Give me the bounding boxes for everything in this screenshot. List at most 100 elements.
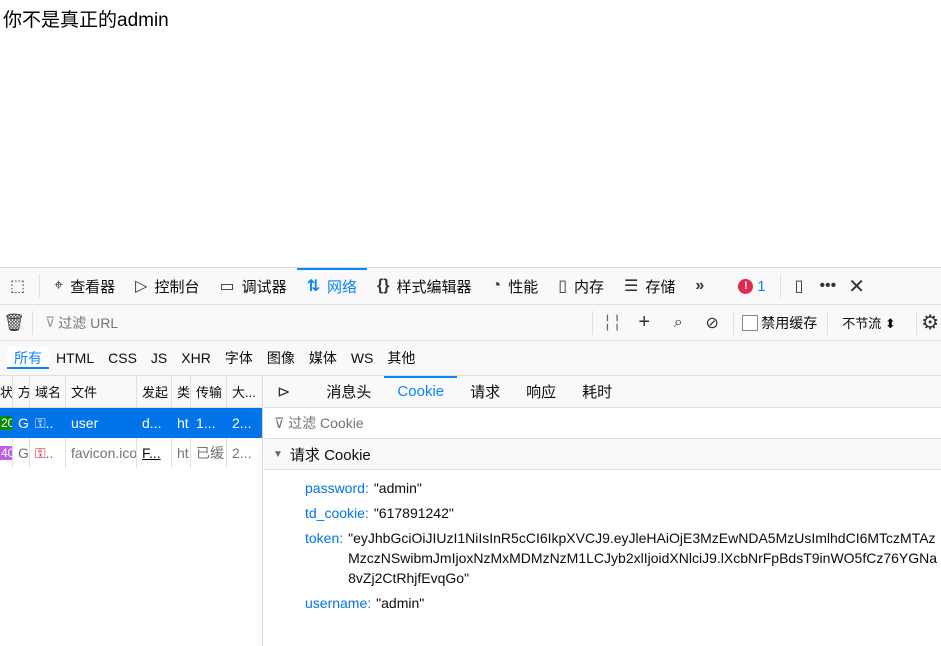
- filter-icon: ⊽: [274, 414, 285, 431]
- tab-network[interactable]: ⇅ 网络: [296, 268, 368, 304]
- request-size: 2...: [232, 445, 252, 461]
- devtools: ⬚ ⌖ 查看器 ▷ 控制台 ▭ 调试器 ⇅ 网络 {} 样式编辑器 ◔ 性能 ▯ 内存 ☰ 存储…: [0, 267, 941, 646]
- col-method[interactable]: 方: [13, 376, 30, 407]
- filter-url-input[interactable]: [58, 314, 589, 331]
- sidebar-toggle-icon: ⊳: [277, 383, 291, 401]
- debugger-icon: ▭: [219, 278, 235, 295]
- request-type: ht: [172, 408, 191, 438]
- request-type: ht: [172, 438, 191, 468]
- request-cookies-section[interactable]: ▼ 请求 Cookie: [264, 439, 941, 470]
- performance-icon: ◔: [491, 277, 502, 294]
- type-css[interactable]: CSS: [101, 347, 144, 369]
- tab-inspector[interactable]: ⌖ 查看器: [44, 268, 125, 304]
- type-js[interactable]: JS: [144, 347, 174, 369]
- filter-icon: ⊽: [45, 314, 56, 330]
- add-icon[interactable]: +: [627, 311, 661, 334]
- tab-timings[interactable]: 耗时: [569, 376, 625, 407]
- network-filter-bar: 🗑 ⊽ ╎╎ + ⌕ ⊘ 禁用缓存 不节流 ⬍ ⚙: [0, 305, 941, 341]
- col-initiator[interactable]: 发起: [137, 376, 172, 407]
- col-transferred[interactable]: 传输: [191, 376, 227, 407]
- close-icon: ✕: [848, 275, 866, 298]
- element-picker-button[interactable]: ⬚: [0, 268, 35, 304]
- request-method: G: [13, 408, 30, 438]
- memory-icon: ▯: [558, 278, 568, 295]
- request-list-header: 状 方 域名 文件 发起 类 传输 大...: [0, 376, 262, 408]
- type-filters: 所有 HTML CSS JS XHR 字体 图像 媒体 WS 其他: [0, 341, 941, 376]
- insecure-icon: ⚿: [35, 444, 46, 461]
- type-other[interactable]: 其他: [380, 347, 422, 369]
- col-type[interactable]: 类: [172, 376, 191, 407]
- tab-style-editor[interactable]: {} 样式编辑器: [367, 268, 481, 304]
- details-tabs: ⊳ 消息头 Cookie 请求 响应 耗时: [264, 376, 941, 408]
- request-domain: ⚿..: [30, 408, 66, 438]
- network-icon: ⇅: [306, 278, 321, 295]
- tab-debugger[interactable]: ▭ 调试器: [209, 268, 296, 304]
- pause-icon[interactable]: ╎╎: [597, 313, 627, 333]
- storage-icon: ☰: [624, 278, 639, 295]
- col-status[interactable]: 状: [0, 376, 13, 407]
- page-message: 你不是真正的admin: [3, 10, 169, 31]
- close-button[interactable]: ✕: [842, 268, 871, 304]
- responsive-mode-button[interactable]: ▯: [785, 268, 814, 304]
- cookie-row: username: "admin": [305, 595, 425, 611]
- request-method: G: [13, 438, 30, 468]
- cookie-row: token: "eyJhbGciOiJIUzI1NiIsInR5cCI6IkpXV…: [305, 530, 938, 586]
- type-fonts[interactable]: 字体: [218, 347, 260, 369]
- request-file: favicon.ico: [66, 438, 137, 468]
- status-badge: 200: [0, 416, 12, 430]
- request-row[interactable]: 404 G ⚿.. favicon.ico F... ht 已缓 2...: [0, 438, 262, 468]
- cookie-filter[interactable]: ⊽ 过滤 Cookie: [264, 408, 941, 439]
- ellipsis-icon: •••: [819, 277, 837, 294]
- cookie-row: td_cookie: "617891242": [305, 505, 454, 521]
- picker-icon: ⬚: [10, 278, 26, 295]
- request-row[interactable]: 200 G ⚿.. user d... ht 1... 2...: [0, 408, 262, 438]
- block-icon[interactable]: ⊘: [695, 313, 729, 333]
- console-icon: ▷: [135, 278, 148, 295]
- trash-icon[interactable]: 🗑: [0, 313, 28, 333]
- gear-icon[interactable]: ⚙: [921, 310, 939, 335]
- tab-response[interactable]: 响应: [513, 376, 569, 407]
- type-media[interactable]: 媒体: [302, 347, 344, 369]
- tab-storage[interactable]: ☰ 存储: [614, 268, 685, 304]
- request-details: ⊳ 消息头 Cookie 请求 响应 耗时 ⊽ 过滤 Cookie ▼ 请求 Co…: [264, 376, 941, 646]
- type-ws[interactable]: WS: [344, 347, 381, 369]
- type-html[interactable]: HTML: [49, 347, 101, 369]
- inspector-icon: ⌖: [54, 277, 64, 294]
- more-tabs-button[interactable]: »: [685, 268, 714, 304]
- insecure-icon: ⚿: [35, 414, 46, 431]
- col-file[interactable]: 文件: [66, 376, 137, 407]
- tab-request[interactable]: 请求: [457, 376, 513, 407]
- toggle-sidebar-button[interactable]: ⊳: [264, 376, 303, 407]
- responsive-icon: ▯: [794, 278, 804, 295]
- search-icon[interactable]: ⌕: [661, 314, 695, 332]
- more-options-button[interactable]: •••: [813, 268, 842, 304]
- caret-down-icon: ▼: [273, 448, 283, 460]
- style-editor-icon: {}: [377, 277, 390, 294]
- tab-headers[interactable]: 消息头: [313, 376, 384, 407]
- status-badge: 404: [0, 446, 12, 460]
- chevron-double-right-icon: »: [695, 277, 705, 294]
- request-domain: ⚿..: [30, 438, 66, 468]
- request-transferred: 已缓: [191, 438, 227, 468]
- throttle-select[interactable]: 不节流 ⬍: [842, 313, 912, 332]
- tab-memory[interactable]: ▯ 内存: [548, 268, 614, 304]
- checkbox-icon: [742, 314, 759, 331]
- col-size[interactable]: 大...: [227, 376, 262, 407]
- cookie-row: password: "admin": [305, 480, 422, 496]
- request-transferred: 1...: [191, 408, 227, 438]
- request-initiator[interactable]: F...: [137, 438, 172, 468]
- type-images[interactable]: 图像: [260, 347, 302, 369]
- disable-cache-checkbox[interactable]: 禁用缓存: [738, 313, 817, 333]
- error-count-button[interactable]: ! 1: [728, 268, 775, 304]
- tab-console[interactable]: ▷ 控制台: [125, 268, 209, 304]
- request-list: 状 方 域名 文件 发起 类 传输 大... 200 G ⚿.. user d.…: [0, 376, 263, 646]
- devtools-toolbar: ⬚ ⌖ 查看器 ▷ 控制台 ▭ 调试器 ⇅ 网络 {} 样式编辑器 ◔ 性能 ▯ 内存 ☰ 存储…: [0, 268, 941, 305]
- request-size: 2...: [232, 415, 252, 431]
- request-file: user: [66, 408, 137, 438]
- error-icon: !: [738, 278, 754, 294]
- type-all[interactable]: 所有: [7, 347, 49, 369]
- tab-cookies[interactable]: Cookie: [384, 376, 457, 407]
- type-xhr[interactable]: XHR: [174, 347, 218, 369]
- col-domain[interactable]: 域名: [30, 376, 66, 407]
- tab-performance[interactable]: ◔ 性能: [482, 268, 549, 304]
